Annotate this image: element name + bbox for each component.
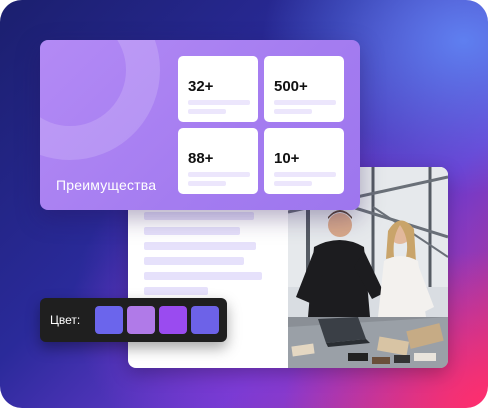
color-picker: Цвет: <box>40 298 227 342</box>
text-line <box>144 227 240 235</box>
stat-caption-line <box>188 100 250 105</box>
stat-caption-line <box>274 109 312 114</box>
text-placeholder-lines <box>144 212 262 302</box>
advantages-card: 32+ 500+ 88+ 10+ Преимущества <box>40 40 360 210</box>
text-line <box>144 242 256 250</box>
text-line <box>144 257 244 265</box>
stat-caption-line <box>188 109 226 114</box>
text-line <box>144 212 254 220</box>
color-swatch-1[interactable] <box>95 306 123 334</box>
stat-tile: 10+ <box>264 128 344 194</box>
stat-caption-line <box>188 172 250 177</box>
stat-value: 10+ <box>274 150 300 167</box>
stat-value: 500+ <box>274 78 308 95</box>
text-line <box>144 272 262 280</box>
stat-tile: 500+ <box>264 56 344 122</box>
color-swatch-3[interactable] <box>159 306 187 334</box>
color-swatch-2[interactable] <box>127 306 155 334</box>
text-line <box>144 287 208 295</box>
advantages-title: Преимущества <box>56 177 157 193</box>
background-scene: 32+ 500+ 88+ 10+ Преимущества Цвет: <box>0 0 488 408</box>
stat-value: 32+ <box>188 78 214 95</box>
stat-caption-line <box>274 172 336 177</box>
stat-tile: 88+ <box>178 128 258 194</box>
stat-caption-line <box>274 100 336 105</box>
stat-caption-line <box>188 181 226 186</box>
decorative-ring <box>40 40 160 160</box>
stat-tile: 32+ <box>178 56 258 122</box>
color-swatch-4[interactable] <box>191 306 219 334</box>
stat-value: 88+ <box>188 150 214 167</box>
color-label: Цвет: <box>50 313 81 327</box>
stat-caption-line <box>274 181 312 186</box>
